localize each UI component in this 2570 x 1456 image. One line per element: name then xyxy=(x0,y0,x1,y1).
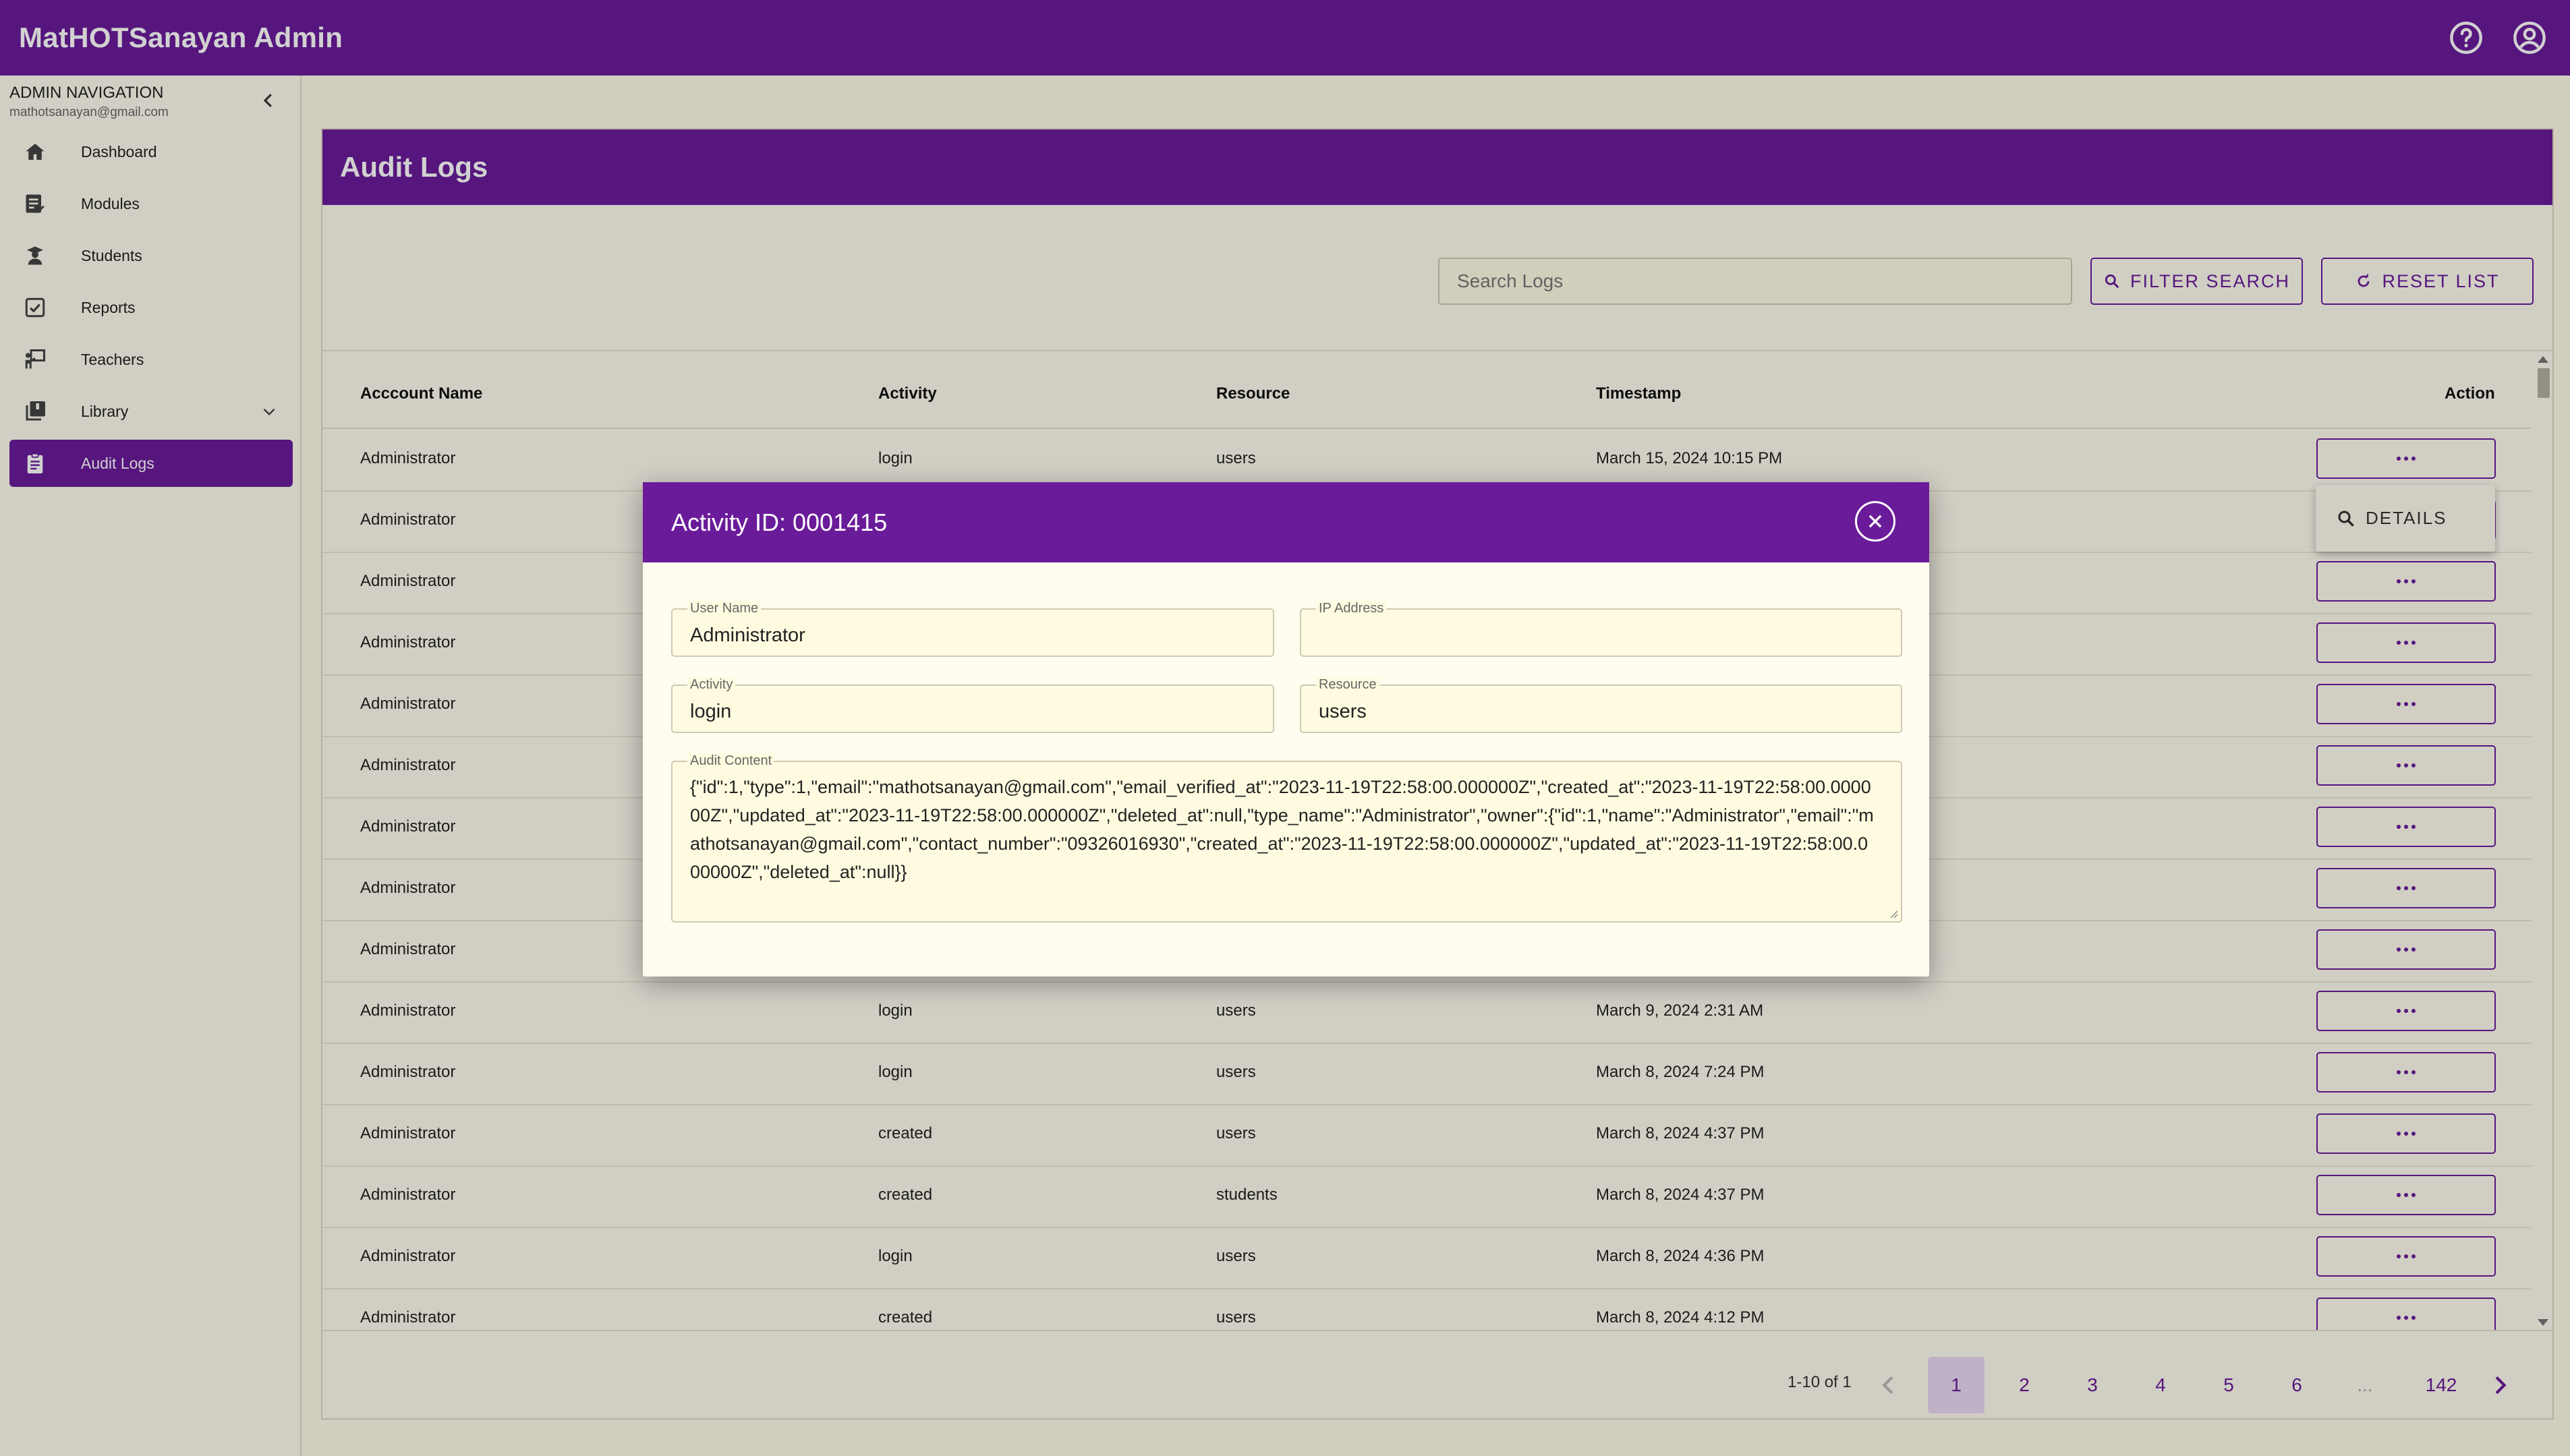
user-name-field[interactable]: User Name Administrator xyxy=(671,601,1274,657)
activity-label: Activity xyxy=(687,677,736,693)
close-button[interactable] xyxy=(1855,501,1895,542)
audit-content-textarea[interactable]: Audit Content {"id":1,"type":1,"email":"… xyxy=(671,753,1902,923)
dialog-title: Activity ID: 0001415 xyxy=(671,508,888,536)
audit-content-label: Audit Content xyxy=(687,753,775,769)
activity-field[interactable]: Activity login xyxy=(671,677,1274,733)
dialog-header: Activity ID: 0001415 xyxy=(643,482,1929,562)
audit-content-value: {"id":1,"type":1,"email":"mathotsanayan@… xyxy=(690,777,1874,882)
ip-address-label: IP Address xyxy=(1316,601,1387,616)
resource-label: Resource xyxy=(1316,677,1379,693)
activity-value: login xyxy=(690,701,732,722)
user-name-label: User Name xyxy=(687,601,762,616)
activity-details-dialog: Activity ID: 0001415 User Name Administr… xyxy=(643,482,1929,977)
ip-address-field[interactable]: IP Address xyxy=(1300,601,1902,657)
close-icon xyxy=(1868,515,1882,528)
resize-handle-icon[interactable] xyxy=(1887,908,1898,919)
resource-value: users xyxy=(1319,701,1367,722)
user-name-value: Administrator xyxy=(690,624,805,646)
resource-field[interactable]: Resource users xyxy=(1300,677,1902,733)
